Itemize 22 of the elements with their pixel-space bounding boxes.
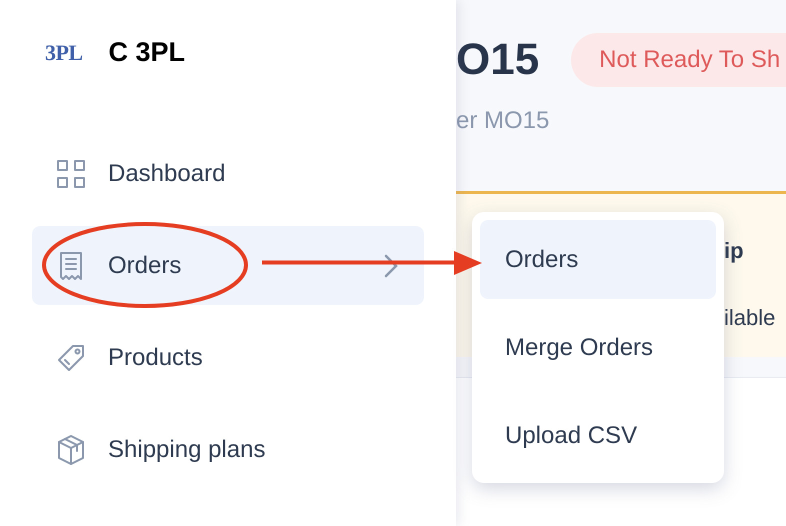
sidebar-item-label: Dashboard bbox=[108, 158, 226, 188]
box-icon bbox=[56, 434, 86, 466]
sidebar-item[interactable]: Orders bbox=[32, 226, 424, 305]
banner-heading: ip bbox=[724, 237, 745, 265]
sidebar-item-label: Shipping plans bbox=[108, 434, 266, 464]
submenu-item[interactable]: Merge Orders bbox=[480, 308, 716, 387]
sidebar-item[interactable]: Dashboard bbox=[32, 134, 424, 213]
company-name: C 3PL bbox=[108, 36, 185, 69]
sidebar-item[interactable]: Shipping plans bbox=[32, 410, 424, 489]
sidebar-item-label: Products bbox=[108, 342, 204, 372]
sidebar-item[interactable]: Products bbox=[32, 318, 424, 397]
receipt-icon bbox=[58, 250, 84, 280]
page-subtitle: er MO15 bbox=[456, 106, 550, 136]
submenu-item[interactable]: Orders bbox=[480, 220, 716, 299]
sidebar-item-label: Orders bbox=[108, 250, 182, 280]
tag-icon bbox=[56, 342, 86, 372]
page-title: O15 bbox=[456, 34, 540, 86]
grid-icon bbox=[56, 158, 86, 188]
submenu-item[interactable]: Upload CSV bbox=[480, 396, 716, 475]
banner-text: ilable bbox=[724, 304, 776, 332]
status-badge: Not Ready To Sh bbox=[571, 33, 786, 87]
logo: 3PL bbox=[45, 38, 82, 66]
